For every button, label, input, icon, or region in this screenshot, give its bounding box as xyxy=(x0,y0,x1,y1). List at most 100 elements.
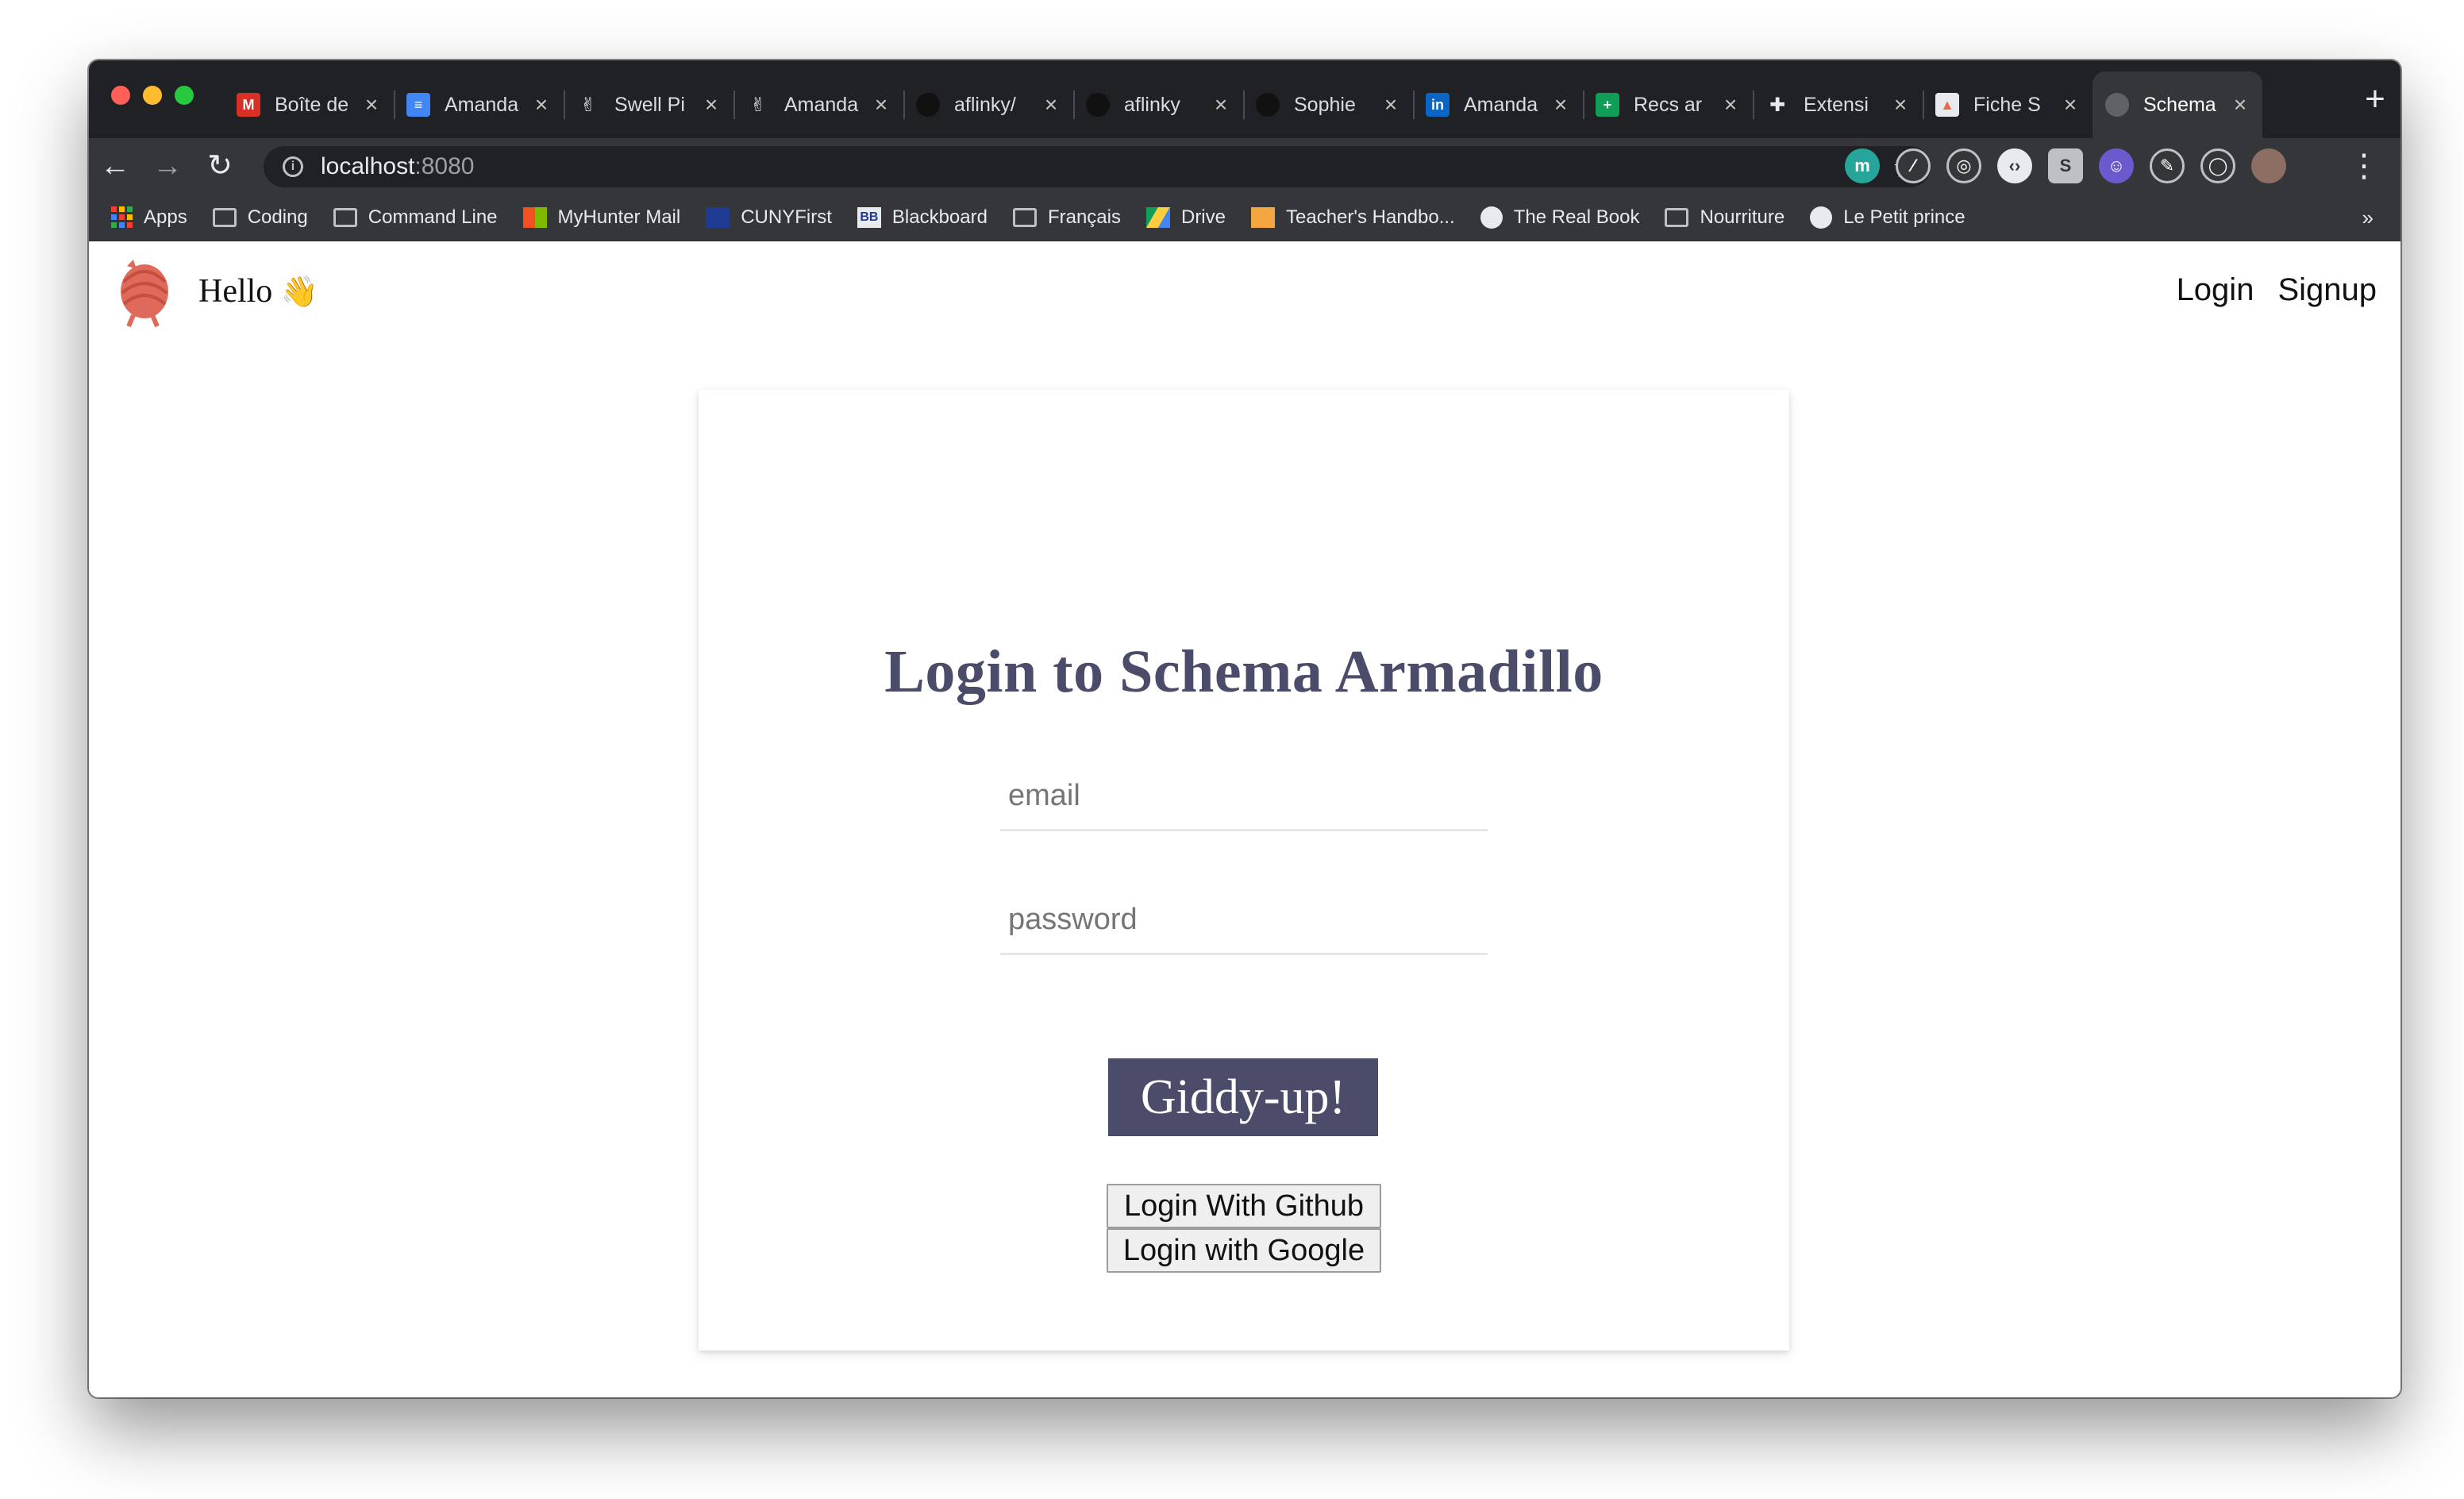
peace-hand-icon: ✌ xyxy=(579,94,597,116)
tab-close-icon[interactable]: × xyxy=(360,92,383,118)
bookmark-label: CUNYFirst xyxy=(741,206,832,228)
bookmark-label: MyHunter Mail xyxy=(557,206,681,228)
forward-button[interactable]: → xyxy=(141,138,194,194)
globe-icon xyxy=(1810,206,1833,229)
pen-extension-icon[interactable]: ✎ xyxy=(2150,148,2185,183)
tab-9[interactable]: ✚ Extensi × xyxy=(1753,71,1923,138)
new-tab-button[interactable]: + xyxy=(2351,78,2399,121)
bookmark-9[interactable]: The Real Book xyxy=(1480,206,1639,229)
bookmark-0[interactable]: Apps xyxy=(111,206,187,229)
tab-1[interactable]: ≡ Amanda × xyxy=(394,71,564,138)
tab-close-icon[interactable]: × xyxy=(700,92,722,118)
tab-close-icon[interactable]: × xyxy=(1210,92,1232,118)
book-icon xyxy=(1251,206,1275,228)
armadillo-logo-icon[interactable] xyxy=(113,258,173,328)
ring-extension-icon[interactable]: ◯ xyxy=(2200,148,2235,183)
address-bar[interactable]: i localhost:8080 ☆ xyxy=(264,146,1931,187)
bookmark-8[interactable]: Teacher's Handbo... xyxy=(1251,206,1455,229)
tab-title: Extensi xyxy=(1804,93,1869,116)
window-controls xyxy=(111,86,194,105)
tab-close-icon[interactable]: × xyxy=(870,92,892,118)
login-with-github-button[interactable]: Login With Github xyxy=(1107,1184,1381,1228)
tab-7[interactable]: in Amanda × xyxy=(1413,71,1583,138)
bookmark-1[interactable]: Coding xyxy=(212,206,308,229)
bookmarks-overflow-button[interactable]: » xyxy=(2362,194,2374,241)
puzzle-icon: ✚ xyxy=(1769,94,1786,116)
password-field[interactable] xyxy=(1000,887,1488,955)
folder-icon xyxy=(212,207,237,227)
maximize-window-button[interactable] xyxy=(175,86,194,105)
tab-5[interactable]: aflinky × xyxy=(1073,71,1243,138)
folder-icon xyxy=(1012,207,1037,227)
bookmark-6[interactable]: Français xyxy=(1012,206,1121,229)
email-field[interactable] xyxy=(1000,763,1488,831)
login-with-google-button[interactable]: Login with Google xyxy=(1107,1228,1381,1273)
browser-toolbar: ← → ↻ i localhost:8080 ☆ m ⁄ ◎ ‹› S ☺ ✎ ◯ ⋮ xyxy=(89,138,2400,194)
target-extension-icon[interactable]: ◎ xyxy=(1946,148,1981,183)
greeting-text: Hello xyxy=(198,273,273,310)
tab-title: Swell Pi xyxy=(614,93,685,116)
microsoft-icon xyxy=(522,206,547,228)
tab-close-icon[interactable]: × xyxy=(2059,92,2081,118)
tab-strip: M Boîte de × ≡ Amanda × ✌ Swell Pi × ✌ Amanda × afli… xyxy=(89,60,2400,138)
auth-links: Login Signup xyxy=(2177,272,2377,308)
signup-link[interactable]: Signup xyxy=(2277,272,2377,308)
tab-3[interactable]: ✌ Amanda × xyxy=(733,71,903,138)
browser-menu-icon[interactable]: ⋮ xyxy=(2348,138,2380,194)
giddy-up-submit-button[interactable]: Giddy-up! xyxy=(1108,1058,1378,1136)
tab-2[interactable]: ✌ Swell Pi × xyxy=(564,71,733,138)
tab-close-icon[interactable]: × xyxy=(1889,92,1912,118)
robot-extension-icon[interactable]: ☺ xyxy=(2099,148,2134,183)
close-window-button[interactable] xyxy=(111,86,130,105)
google-sheets-icon: + xyxy=(1596,93,1619,117)
github-icon xyxy=(1256,93,1280,117)
tab-8[interactable]: + Recs ar × xyxy=(1583,71,1753,138)
bookmark-label: Command Line xyxy=(368,206,498,228)
reload-button[interactable]: ↻ xyxy=(194,138,246,194)
bookmark-5[interactable]: BB Blackboard xyxy=(857,206,988,229)
profile-avatar-icon[interactable] xyxy=(2251,148,2286,183)
tab-close-icon[interactable]: × xyxy=(1380,92,1402,118)
tab-close-icon[interactable]: × xyxy=(1040,92,1062,118)
apps-grid-icon xyxy=(111,206,133,228)
code-extension-icon[interactable]: ‹› xyxy=(1997,148,2032,183)
login-card: Login to Schema Armadillo Giddy-up! Logi… xyxy=(699,390,1789,1351)
tab-close-icon[interactable]: × xyxy=(530,92,552,118)
bookmark-label: Coding xyxy=(247,206,308,228)
eyedropper-extension-icon[interactable]: ⁄ xyxy=(1896,148,1931,183)
tab-title: aflinky/ xyxy=(954,93,1016,116)
tab-close-icon[interactable]: × xyxy=(1550,92,1572,118)
teal-circle-extension-icon[interactable]: m xyxy=(1845,148,1880,183)
tab-6[interactable]: Sophie × xyxy=(1243,71,1413,138)
login-link[interactable]: Login xyxy=(2177,272,2254,308)
tab-title: Recs ar xyxy=(1634,93,1703,116)
github-icon xyxy=(916,93,940,117)
bookmark-10[interactable]: Nourriture xyxy=(1665,206,1784,229)
minimize-window-button[interactable] xyxy=(143,86,162,105)
tab-11[interactable]: Schema × xyxy=(2092,71,2262,138)
tab-title: Amanda xyxy=(784,93,859,116)
bookmark-label: Blackboard xyxy=(891,206,988,228)
tab-title: Fiche S xyxy=(1973,93,2041,116)
bookmark-7[interactable]: Drive xyxy=(1145,206,1226,229)
back-button[interactable]: ← xyxy=(89,138,141,194)
bookmark-label: Français xyxy=(1047,206,1121,228)
tab-0[interactable]: M Boîte de × xyxy=(224,71,394,138)
bookmark-2[interactable]: Command Line xyxy=(333,206,498,229)
gmail-icon: M xyxy=(237,93,260,117)
s-extension-icon[interactable]: S xyxy=(2048,148,2083,183)
tab-title: Amanda xyxy=(445,93,519,116)
bookmark-3[interactable]: MyHunter Mail xyxy=(522,206,681,229)
bookmark-4[interactable]: CUNYFirst xyxy=(706,206,832,229)
bookmarks-bar: Apps Coding Command Line MyHunter Mail CUNYF… xyxy=(89,194,2400,241)
tab-4[interactable]: aflinky/ × xyxy=(903,71,1073,138)
bookmark-11[interactable]: Le Petit prince xyxy=(1810,206,1965,229)
tab-close-icon[interactable]: × xyxy=(2229,92,2251,118)
tab-10[interactable]: ▲ Fiche S × xyxy=(1923,71,2092,138)
tab-close-icon[interactable]: × xyxy=(1719,92,1742,118)
site-info-icon[interactable]: i xyxy=(283,156,303,177)
blackboard-icon: BB xyxy=(857,206,881,228)
image-icon: ▲ xyxy=(1935,93,1959,117)
peace-hand-icon: ✌ xyxy=(749,94,767,116)
cuny-icon xyxy=(706,206,730,228)
